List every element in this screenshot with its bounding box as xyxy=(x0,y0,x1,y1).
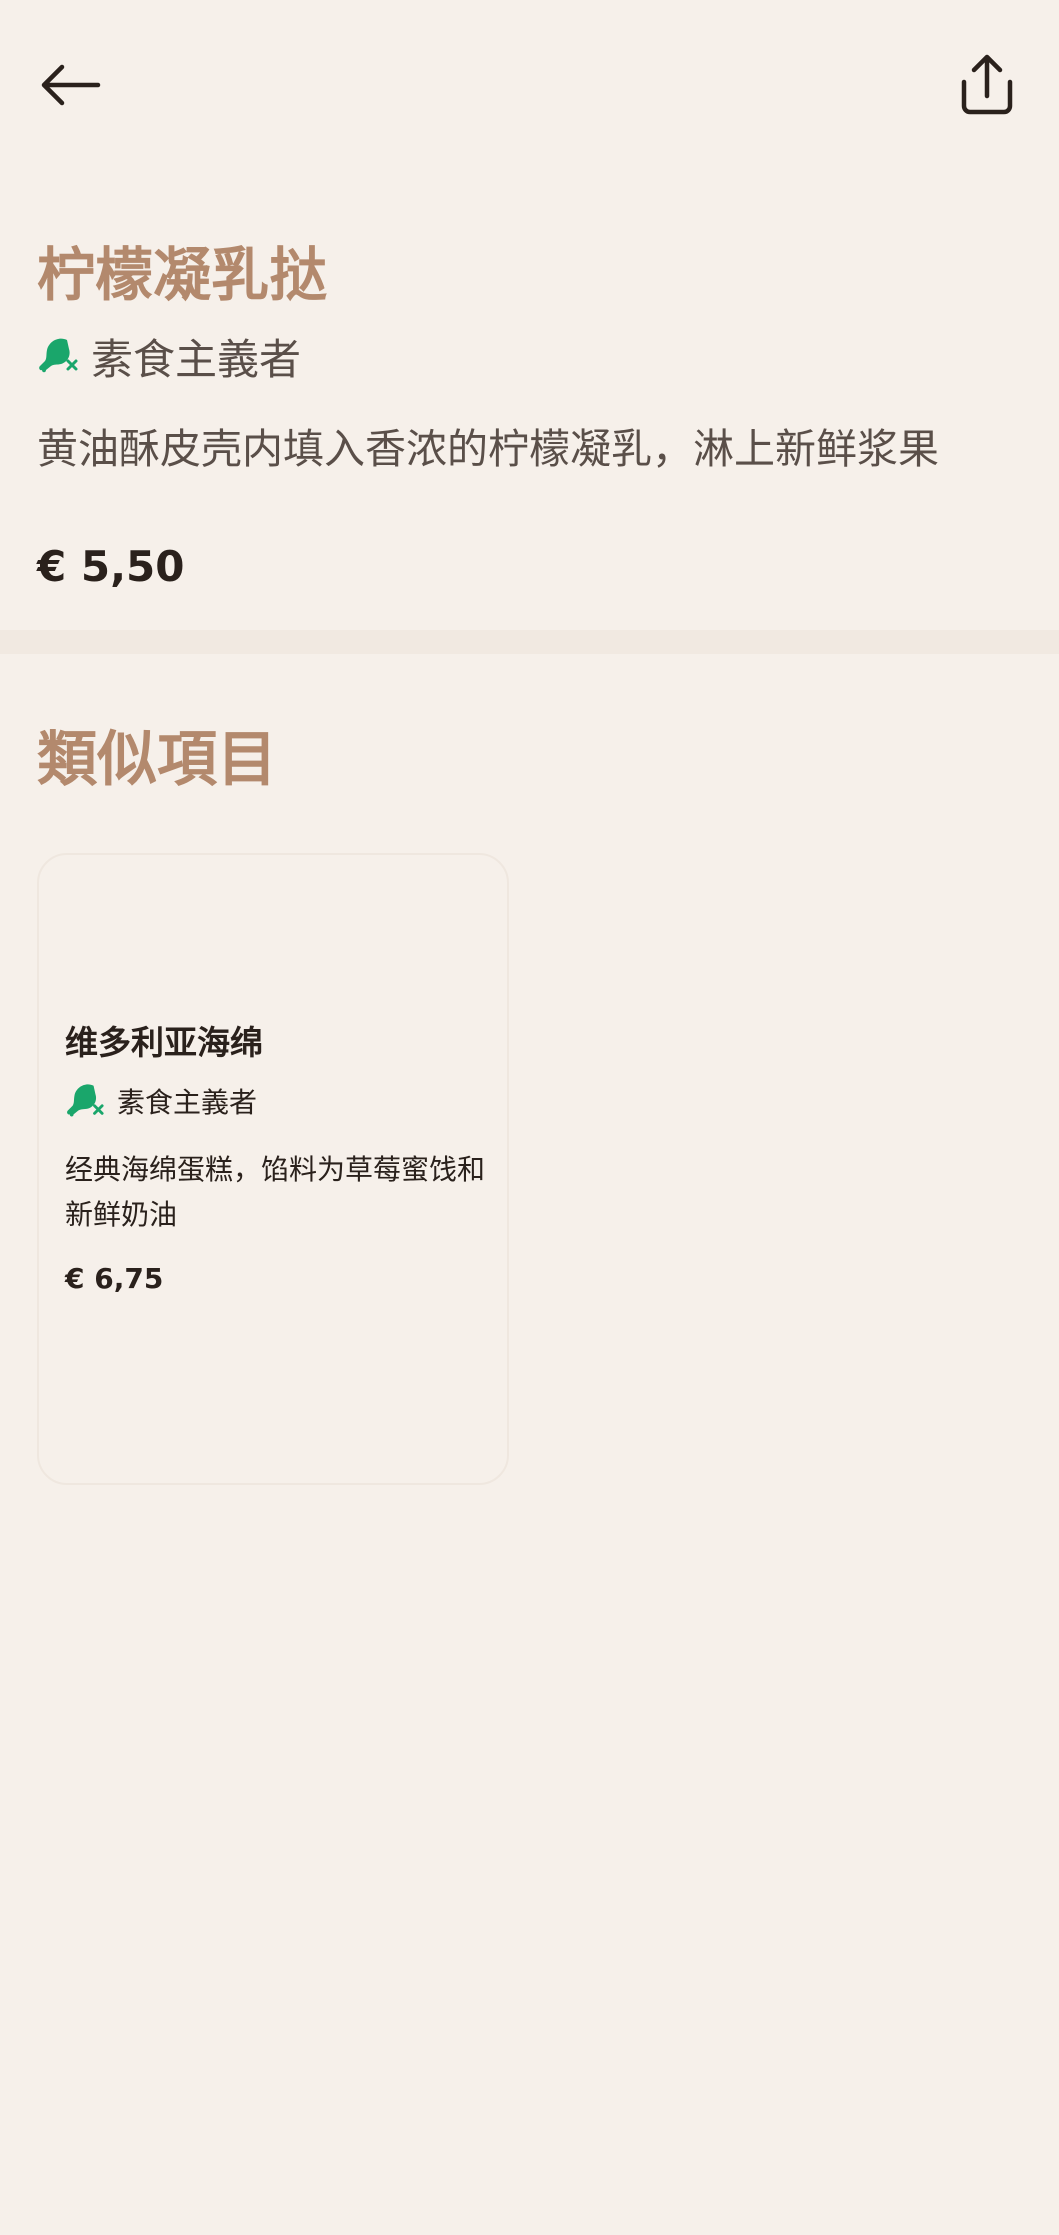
similar-item-price: € 6,75 xyxy=(65,1262,164,1295)
share-button[interactable] xyxy=(942,40,1032,130)
section-divider xyxy=(0,630,1059,654)
item-detail: 柠檬凝乳挞 素食主義者 黄油酥皮壳内填入香浓的柠檬凝乳，淋上新鲜浆果 € 5,5… xyxy=(37,230,1022,591)
vegetarian-icon xyxy=(37,335,79,377)
diet-tag: 素食主義者 xyxy=(37,324,1022,388)
share-upload-icon xyxy=(961,54,1013,115)
back-button[interactable] xyxy=(26,40,116,130)
similar-item-title: 维多利亚海绵 xyxy=(65,1023,263,1062)
similar-item-diet-label: 素食主義者 xyxy=(117,1086,258,1119)
arrow-left-icon xyxy=(41,64,101,106)
top-bar xyxy=(0,0,1059,170)
similar-item-card[interactable]: 维多利亚海绵 素食主義者 经典海绵蛋糕，馅料为草莓蜜饯和新鲜奶油 € 6,75 xyxy=(37,853,509,1485)
similar-item-description: 经典海绵蛋糕，馅料为草莓蜜饯和新鲜奶油 xyxy=(65,1153,486,1231)
diet-label: 素食主義者 xyxy=(91,334,302,384)
item-description: 黄油酥皮壳内填入香浓的柠檬凝乳，淋上新鲜浆果 xyxy=(37,425,939,473)
item-price: € 5,50 xyxy=(37,542,185,591)
vegetarian-icon xyxy=(65,1081,105,1121)
similar-items-heading: 類似項目 xyxy=(37,725,277,795)
similar-item-content: 维多利亚海绵 素食主義者 经典海绵蛋糕，馅料为草莓蜜饯和新鲜奶油 € 6,75 xyxy=(65,1017,495,1295)
item-title: 柠檬凝乳挞 xyxy=(37,241,328,309)
similar-item-diet-tag: 素食主義者 xyxy=(65,1079,495,1123)
